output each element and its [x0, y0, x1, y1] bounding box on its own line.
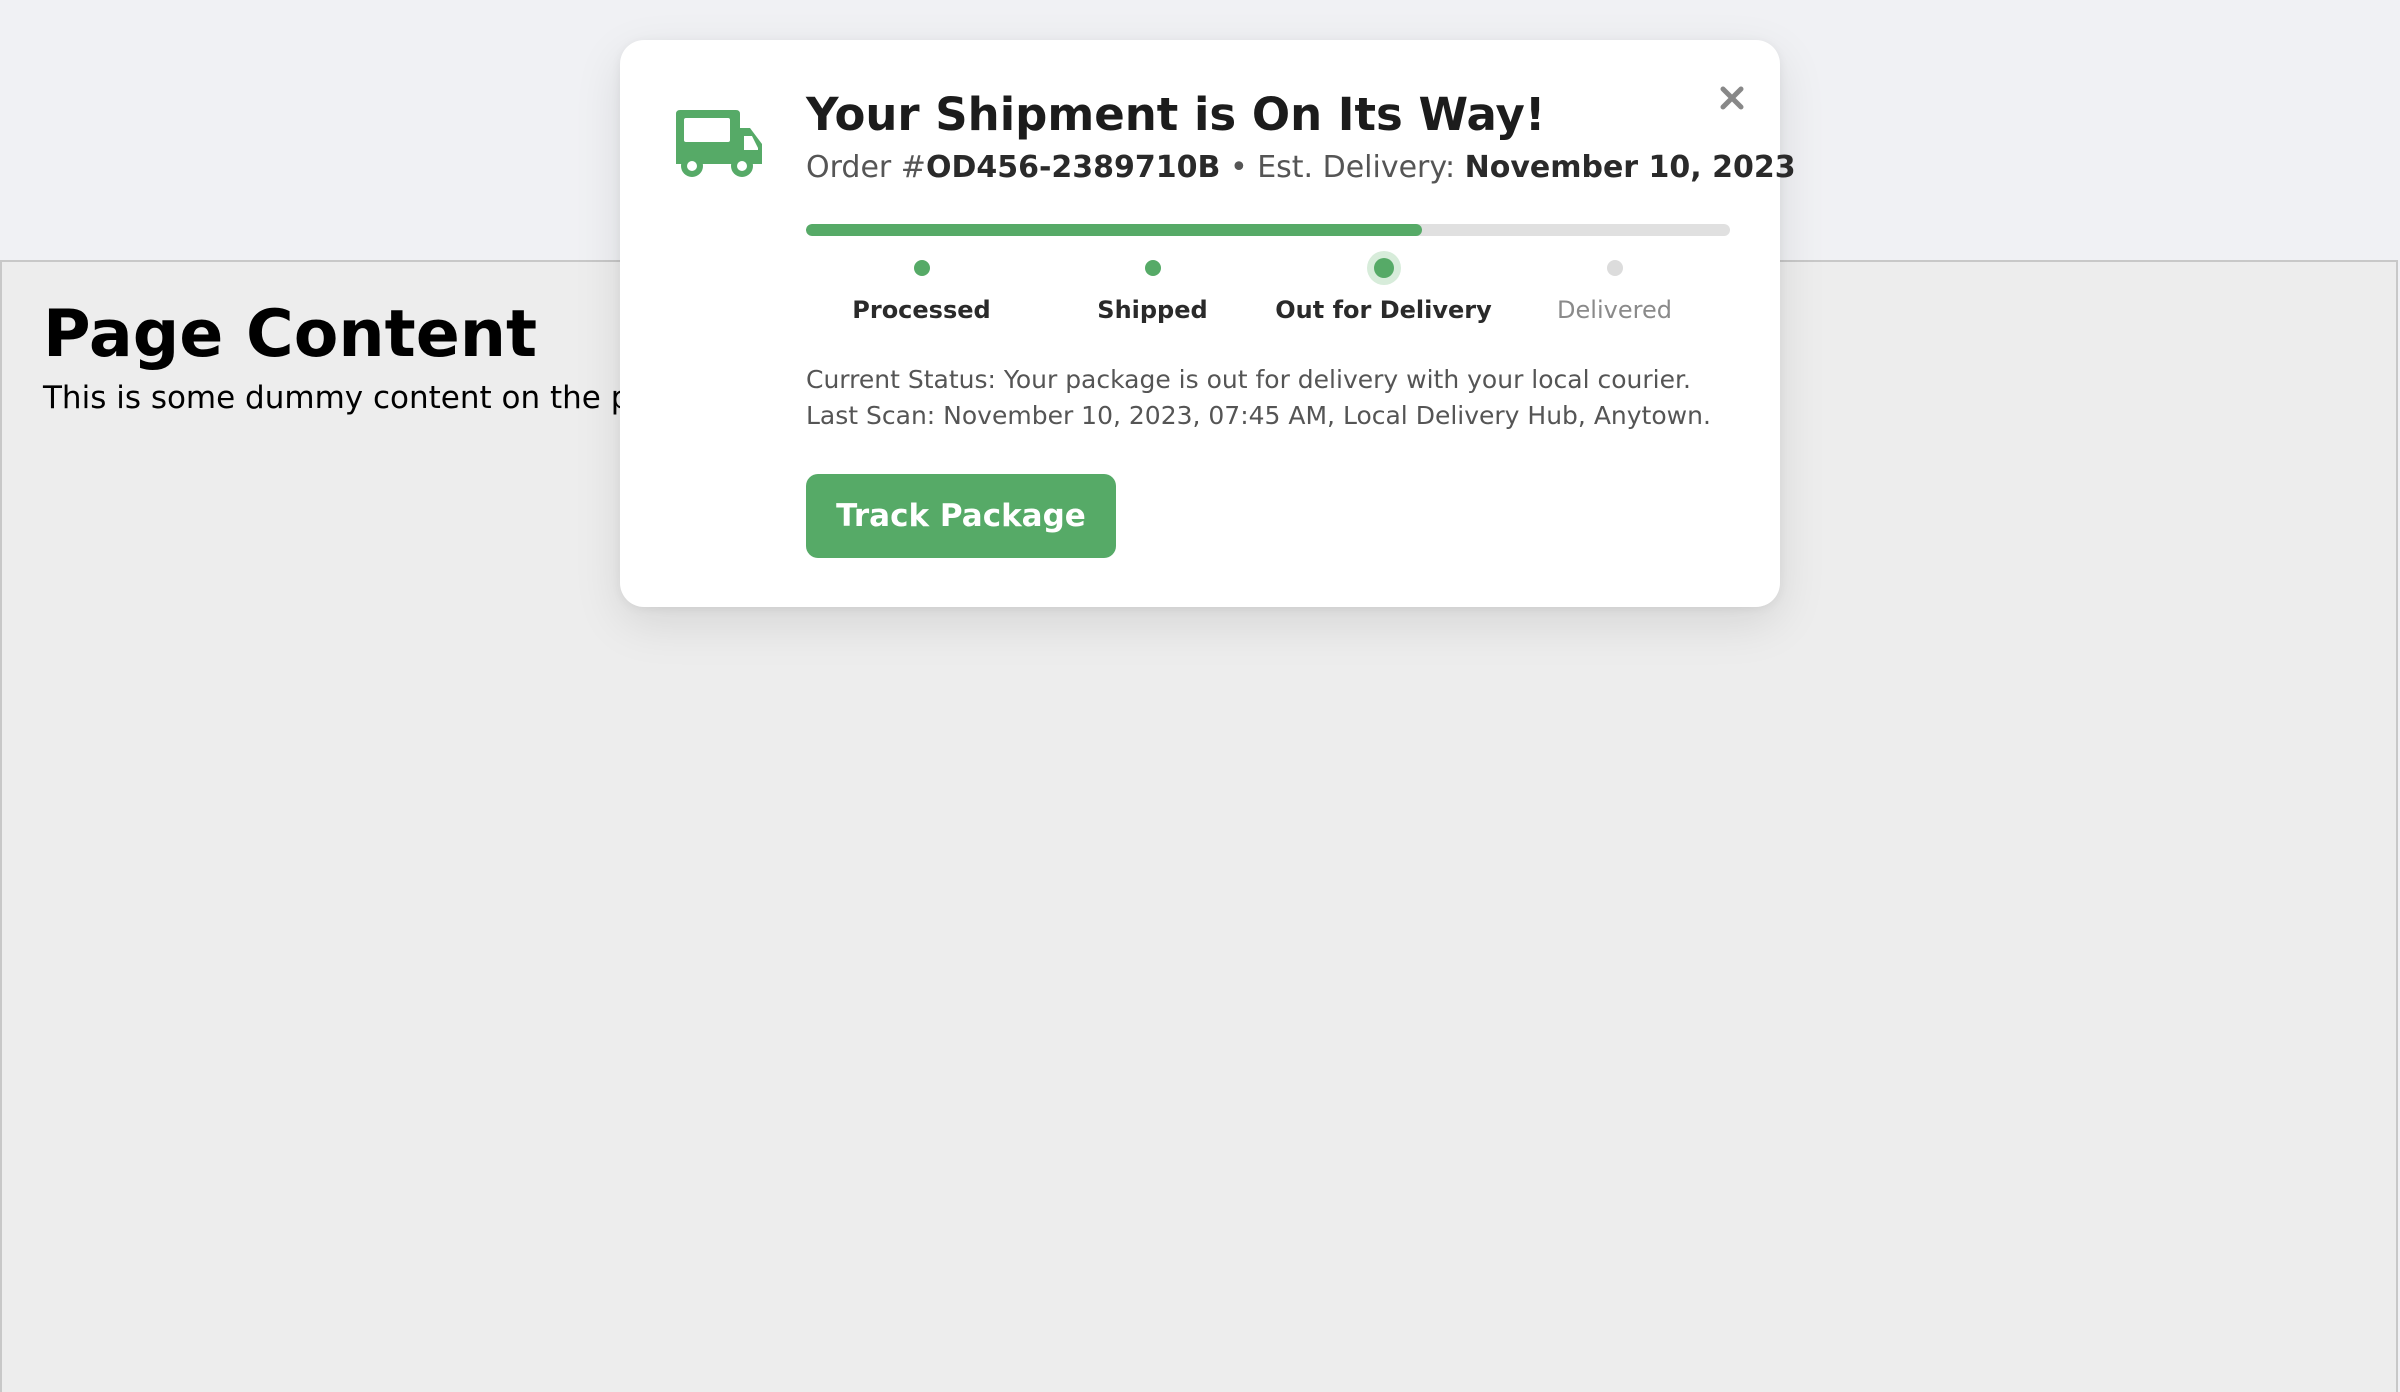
delivery-label: Est. Delivery: — [1257, 150, 1465, 185]
track-package-button[interactable]: Track Package — [806, 474, 1116, 558]
progress-fill — [806, 224, 1423, 236]
step-dot — [1373, 258, 1394, 278]
order-info: Order #OD456-2389710B • Est. Delivery: N… — [806, 150, 1796, 186]
last-scan: Last Scan: November 10, 2023, 07:45 AM, … — [806, 401, 1711, 430]
close-icon — [1719, 85, 1745, 115]
step-label: Processed — [852, 296, 991, 324]
step-label: Shipped — [1097, 296, 1208, 324]
delivery-date: November 10, 2023 — [1464, 150, 1796, 185]
order-number: OD456-2389710B — [925, 150, 1221, 185]
step-dot — [1144, 260, 1161, 276]
order-prefix: Order # — [806, 150, 926, 185]
page-heading: Page Content — [43, 297, 538, 372]
progress-steps: Processed Shipped Out for Delivery Delivere… — [806, 252, 1730, 324]
truck-icon — [672, 108, 762, 180]
step-label: Out for Delivery — [1275, 296, 1492, 324]
step-dot — [913, 260, 930, 276]
separator: • — [1220, 150, 1258, 185]
widget-title: Your Shipment is On Its Way! — [806, 88, 1546, 141]
status-block: Current Status: Your package is out for … — [806, 362, 1711, 434]
step-label: Delivered — [1557, 296, 1672, 324]
step-dot — [1606, 260, 1623, 276]
close-button[interactable] — [1710, 78, 1754, 122]
progress-bar — [806, 224, 1730, 236]
shipment-widget: Your Shipment is On Its Way! Order #OD45… — [620, 40, 1796, 607]
current-status: Current Status: Your package is out for … — [806, 365, 1691, 394]
